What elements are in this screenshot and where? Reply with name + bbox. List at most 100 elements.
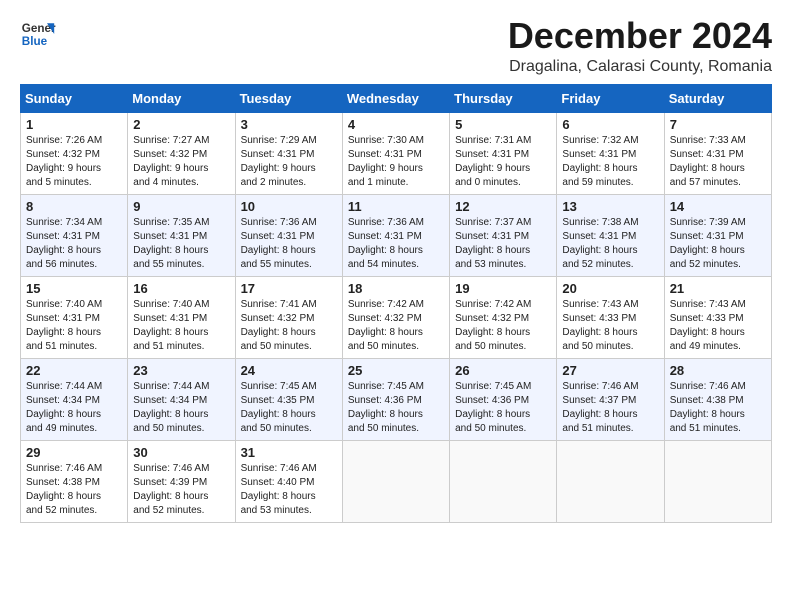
calendar-cell: 11Sunrise: 7:36 AM Sunset: 4:31 PM Dayli… bbox=[342, 194, 449, 276]
day-number: 3 bbox=[241, 117, 337, 132]
calendar-cell: 26Sunrise: 7:45 AM Sunset: 4:36 PM Dayli… bbox=[450, 358, 557, 440]
day-number: 17 bbox=[241, 281, 337, 296]
calendar-cell: 1Sunrise: 7:26 AM Sunset: 4:32 PM Daylig… bbox=[21, 112, 128, 194]
day-number: 5 bbox=[455, 117, 551, 132]
calendar-cell: 30 Sunrise: 7:46 AM Sunset: 4:39 PM Dayli… bbox=[128, 440, 235, 522]
header: General Blue December 2024 Dragalina, Ca… bbox=[20, 16, 772, 76]
calendar-cell: 20 Sunrise: 7:43 AM Sunset: 4:33 PM Dayli… bbox=[557, 276, 664, 358]
calendar-cell bbox=[664, 440, 771, 522]
logo: General Blue bbox=[20, 16, 56, 52]
calendar-cell: 8 Sunrise: 7:34 AM Sunset: 4:31 PM Daylig… bbox=[21, 194, 128, 276]
day-number: 26 bbox=[455, 363, 551, 378]
day-info: Sunrise: 7:46 AM Sunset: 4:38 PM Dayligh… bbox=[26, 462, 122, 518]
day-info: Sunrise: 7:44 AM Sunset: 4:34 PM Dayligh… bbox=[26, 380, 122, 436]
title-section: December 2024 Dragalina, Calarasi County… bbox=[508, 16, 772, 76]
day-number: 14 bbox=[670, 199, 766, 214]
day-info: Sunrise: 7:46 AM Sunset: 4:38 PM Dayligh… bbox=[670, 380, 766, 436]
calendar-cell: 13 Sunrise: 7:38 AM Sunset: 4:31 PM Dayli… bbox=[557, 194, 664, 276]
weekday-header-friday: Friday bbox=[557, 84, 664, 112]
day-number: 23 bbox=[133, 363, 229, 378]
weekday-header-thursday: Thursday bbox=[450, 84, 557, 112]
calendar-cell: 15Sunrise: 7:40 AM Sunset: 4:31 PM Dayli… bbox=[21, 276, 128, 358]
day-info: Sunrise: 7:27 AM Sunset: 4:32 PM Dayligh… bbox=[133, 134, 229, 190]
day-info: Sunrise: 7:38 AM Sunset: 4:31 PM Dayligh… bbox=[562, 216, 658, 272]
day-number: 15 bbox=[26, 281, 122, 296]
day-number: 8 bbox=[26, 199, 122, 214]
weekday-header-tuesday: Tuesday bbox=[235, 84, 342, 112]
calendar-cell: 18 Sunrise: 7:42 AM Sunset: 4:32 PM Dayli… bbox=[342, 276, 449, 358]
day-number: 24 bbox=[241, 363, 337, 378]
calendar-cell: 7 Sunrise: 7:33 AM Sunset: 4:31 PM Daylig… bbox=[664, 112, 771, 194]
calendar-cell: 29Sunrise: 7:46 AM Sunset: 4:38 PM Dayli… bbox=[21, 440, 128, 522]
day-info: Sunrise: 7:26 AM Sunset: 4:32 PM Dayligh… bbox=[26, 134, 122, 190]
day-info: Sunrise: 7:45 AM Sunset: 4:36 PM Dayligh… bbox=[348, 380, 444, 436]
svg-text:Blue: Blue bbox=[22, 35, 48, 48]
day-info: Sunrise: 7:35 AM Sunset: 4:31 PM Dayligh… bbox=[133, 216, 229, 272]
day-number: 31 bbox=[241, 445, 337, 460]
month-title: December 2024 bbox=[508, 16, 772, 56]
calendar-cell: 3 Sunrise: 7:29 AM Sunset: 4:31 PM Daylig… bbox=[235, 112, 342, 194]
calendar-cell: 23 Sunrise: 7:44 AM Sunset: 4:34 PM Dayli… bbox=[128, 358, 235, 440]
calendar-cell bbox=[450, 440, 557, 522]
day-info: Sunrise: 7:44 AM Sunset: 4:34 PM Dayligh… bbox=[133, 380, 229, 436]
calendar-cell: 12Sunrise: 7:37 AM Sunset: 4:31 PM Dayli… bbox=[450, 194, 557, 276]
day-info: Sunrise: 7:36 AM Sunset: 4:31 PM Dayligh… bbox=[348, 216, 444, 272]
day-info: Sunrise: 7:46 AM Sunset: 4:40 PM Dayligh… bbox=[241, 462, 337, 518]
day-number: 10 bbox=[241, 199, 337, 214]
day-number: 28 bbox=[670, 363, 766, 378]
weekday-header-saturday: Saturday bbox=[664, 84, 771, 112]
calendar-cell: 28 Sunrise: 7:46 AM Sunset: 4:38 PM Dayli… bbox=[664, 358, 771, 440]
calendar-cell: 4 Sunrise: 7:30 AM Sunset: 4:31 PM Daylig… bbox=[342, 112, 449, 194]
weekday-header-wednesday: Wednesday bbox=[342, 84, 449, 112]
day-info: Sunrise: 7:37 AM Sunset: 4:31 PM Dayligh… bbox=[455, 216, 551, 272]
logo-icon: General Blue bbox=[20, 16, 56, 52]
day-info: Sunrise: 7:34 AM Sunset: 4:31 PM Dayligh… bbox=[26, 216, 122, 272]
day-info: Sunrise: 7:40 AM Sunset: 4:31 PM Dayligh… bbox=[133, 298, 229, 354]
day-number: 30 bbox=[133, 445, 229, 460]
day-number: 19 bbox=[455, 281, 551, 296]
day-number: 27 bbox=[562, 363, 658, 378]
day-info: Sunrise: 7:43 AM Sunset: 4:33 PM Dayligh… bbox=[562, 298, 658, 354]
calendar-cell: 9 Sunrise: 7:35 AM Sunset: 4:31 PM Daylig… bbox=[128, 194, 235, 276]
weekday-header-sunday: Sunday bbox=[21, 84, 128, 112]
calendar-cell: 21Sunrise: 7:43 AM Sunset: 4:33 PM Dayli… bbox=[664, 276, 771, 358]
day-info: Sunrise: 7:46 AM Sunset: 4:39 PM Dayligh… bbox=[133, 462, 229, 518]
day-number: 13 bbox=[562, 199, 658, 214]
calendar-cell: 10 Sunrise: 7:36 AM Sunset: 4:31 PM Dayli… bbox=[235, 194, 342, 276]
day-info: Sunrise: 7:31 AM Sunset: 4:31 PM Dayligh… bbox=[455, 134, 551, 190]
day-info: Sunrise: 7:43 AM Sunset: 4:33 PM Dayligh… bbox=[670, 298, 766, 354]
day-number: 4 bbox=[348, 117, 444, 132]
day-info: Sunrise: 7:32 AM Sunset: 4:31 PM Dayligh… bbox=[562, 134, 658, 190]
weekday-header-row: SundayMondayTuesdayWednesdayThursdayFrid… bbox=[21, 84, 772, 112]
day-number: 16 bbox=[133, 281, 229, 296]
calendar-cell: 25 Sunrise: 7:45 AM Sunset: 4:36 PM Dayli… bbox=[342, 358, 449, 440]
calendar-cell: 19Sunrise: 7:42 AM Sunset: 4:32 PM Dayli… bbox=[450, 276, 557, 358]
location-title: Dragalina, Calarasi County, Romania bbox=[508, 58, 772, 76]
calendar-week-1: 1Sunrise: 7:26 AM Sunset: 4:32 PM Daylig… bbox=[21, 112, 772, 194]
calendar-cell: 22Sunrise: 7:44 AM Sunset: 4:34 PM Dayli… bbox=[21, 358, 128, 440]
day-number: 7 bbox=[670, 117, 766, 132]
day-info: Sunrise: 7:42 AM Sunset: 4:32 PM Dayligh… bbox=[348, 298, 444, 354]
calendar-cell: 24 Sunrise: 7:45 AM Sunset: 4:35 PM Dayli… bbox=[235, 358, 342, 440]
calendar-cell: 2Sunrise: 7:27 AM Sunset: 4:32 PM Daylig… bbox=[128, 112, 235, 194]
day-number: 18 bbox=[348, 281, 444, 296]
day-info: Sunrise: 7:45 AM Sunset: 4:35 PM Dayligh… bbox=[241, 380, 337, 436]
day-number: 9 bbox=[133, 199, 229, 214]
day-info: Sunrise: 7:33 AM Sunset: 4:31 PM Dayligh… bbox=[670, 134, 766, 190]
day-info: Sunrise: 7:29 AM Sunset: 4:31 PM Dayligh… bbox=[241, 134, 337, 190]
calendar-week-3: 15 Sunrise: 7:40 AM Sunset: 4:31 PM Dayli… bbox=[21, 276, 772, 358]
calendar-week-5: 29Sunrise: 7:46 AM Sunset: 4:38 PM Dayli… bbox=[21, 440, 772, 522]
day-number: 20 bbox=[562, 281, 658, 296]
calendar-week-2: 8 Sunrise: 7:34 AM Sunset: 4:31 PM Daylig… bbox=[21, 194, 772, 276]
weekday-header-monday: Monday bbox=[128, 84, 235, 112]
day-info: Sunrise: 7:30 AM Sunset: 4:31 PM Dayligh… bbox=[348, 134, 444, 190]
day-info: Sunrise: 7:36 AM Sunset: 4:31 PM Dayligh… bbox=[241, 216, 337, 272]
calendar-cell: 5 Sunrise: 7:31 AM Sunset: 4:31 PM Daylig… bbox=[450, 112, 557, 194]
day-number: 6 bbox=[562, 117, 658, 132]
calendar-week-4: 22Sunrise: 7:44 AM Sunset: 4:34 PM Dayli… bbox=[21, 358, 772, 440]
day-info: Sunrise: 7:46 AM Sunset: 4:37 PM Dayligh… bbox=[562, 380, 658, 436]
calendar: SundayMondayTuesdayWednesdayThursdayFrid… bbox=[20, 84, 772, 523]
day-number: 25 bbox=[348, 363, 444, 378]
calendar-cell: 14Sunrise: 7:39 AM Sunset: 4:31 PM Dayli… bbox=[664, 194, 771, 276]
calendar-cell: 6 Sunrise: 7:32 AM Sunset: 4:31 PM Daylig… bbox=[557, 112, 664, 194]
